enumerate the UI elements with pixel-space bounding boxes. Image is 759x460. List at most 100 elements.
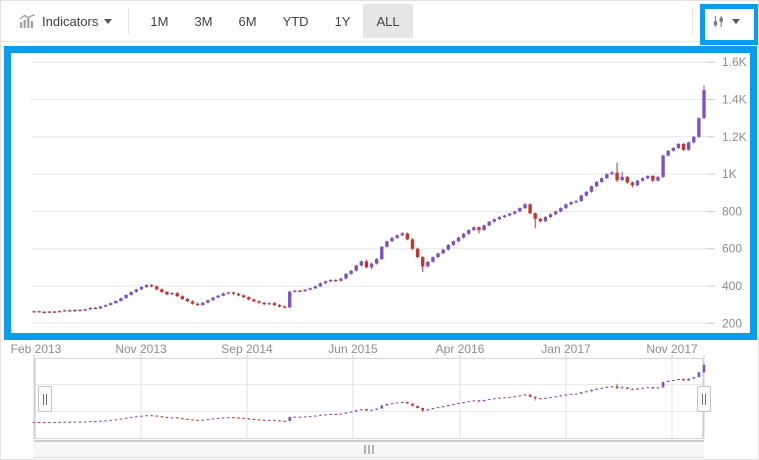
candle-body (395, 235, 398, 238)
candle-body (564, 204, 567, 208)
candle-body (513, 211, 516, 213)
nav-candle-body (672, 380, 675, 381)
x-axis-label: Apr 2016 (436, 342, 485, 356)
nav-candle-body (600, 388, 603, 389)
candle-body (242, 295, 245, 297)
nav-candle-body (334, 414, 337, 415)
nav-candle-body (273, 420, 276, 421)
nav-candle-body (559, 395, 562, 396)
candle-body (124, 295, 127, 298)
grip-lines-icon (364, 445, 366, 454)
nav-candle-body (386, 404, 389, 405)
navigator-scrollbar[interactable] (34, 440, 704, 458)
nav-candle-body (109, 420, 112, 421)
navigator-right-handle[interactable] (697, 386, 711, 412)
nav-candle-body (703, 365, 706, 372)
sliders-icon (711, 14, 726, 29)
nav-candle-body (641, 388, 644, 389)
nav-candle-body (575, 394, 578, 395)
navigator-left-handle[interactable] (38, 386, 52, 412)
candle-body (355, 265, 358, 270)
nav-candle-body (294, 417, 297, 418)
nav-candle-body (442, 406, 445, 407)
candle-body (211, 298, 214, 301)
candle-body (278, 305, 281, 306)
candle-body (303, 290, 306, 291)
candle-body (32, 311, 35, 312)
nav-candle-body (524, 394, 527, 395)
navigator-frame (34, 359, 704, 439)
candle-body (441, 250, 444, 254)
range-button-3m[interactable]: 3M (181, 4, 225, 38)
nav-candle-body (473, 400, 476, 401)
candle-body (145, 285, 148, 287)
nav-candle-body (534, 397, 537, 398)
nav-candle-body (411, 404, 414, 406)
range-button-6m[interactable]: 6M (226, 4, 270, 38)
nav-candle-body (217, 418, 220, 419)
x-axis-label: Jan 2017 (541, 342, 591, 356)
candle-body (436, 253, 439, 257)
candle-body (89, 308, 92, 309)
x-axis-label: Nov 2013 (115, 342, 167, 356)
nav-candle-body (452, 404, 455, 405)
candle-body (99, 307, 102, 309)
candle-body (411, 239, 414, 248)
nav-candle-body (258, 419, 261, 420)
range-buttons: 1M3M6MYTD1YALL (137, 4, 412, 38)
nav-candle-body (462, 402, 465, 403)
nav-candle-body (595, 389, 598, 390)
nav-candle-body (365, 409, 368, 411)
candle-body (360, 261, 363, 265)
nav-candle-body (375, 409, 378, 410)
nav-candle-body (554, 396, 557, 397)
candle-body (390, 238, 393, 241)
candle-body (528, 204, 531, 213)
candle-body (329, 280, 332, 281)
candle-body (140, 287, 143, 289)
candle-body (426, 262, 429, 267)
nav-candle-body (616, 386, 619, 388)
nav-candle-body (401, 402, 404, 403)
nav-candle-body (63, 422, 66, 423)
price-chart-svg[interactable]: 2004006008001K1.2K1.4K1.6KFeb 2013Nov 20… (1, 42, 759, 460)
candle-body (447, 245, 450, 250)
nav-candle-body (43, 422, 46, 423)
nav-candle-body (580, 392, 583, 393)
nav-candle-body (150, 415, 153, 416)
nav-candle-body (33, 422, 36, 423)
candle-body (216, 296, 219, 298)
x-axis-label: Jun 2015 (328, 342, 378, 356)
nav-candle-body (278, 420, 281, 421)
nav-candle-body (94, 421, 97, 422)
range-button-1y[interactable]: 1Y (322, 4, 364, 38)
nav-candle-body (457, 403, 460, 404)
nav-candle-body (636, 388, 639, 389)
nav-candle-body (652, 387, 655, 388)
nav-candle-body (120, 419, 123, 420)
candle-body (170, 293, 173, 294)
nav-candle-body (483, 400, 486, 401)
candle-body (83, 309, 86, 310)
nav-candle-body (692, 377, 695, 378)
candle-body (631, 182, 634, 185)
settings-button[interactable] (701, 4, 750, 38)
candle-body (626, 177, 629, 183)
range-button-all[interactable]: ALL (363, 4, 412, 38)
range-button-ytd[interactable]: YTD (270, 4, 322, 38)
nav-candle-body (360, 409, 363, 410)
candle-body (636, 181, 639, 186)
y-axis-label: 400 (722, 279, 742, 293)
nav-candle-body (682, 379, 685, 381)
nav-candle-body (237, 418, 240, 419)
candle-body (94, 308, 97, 309)
nav-candle-body (212, 418, 215, 419)
range-button-1m[interactable]: 1M (137, 4, 181, 38)
nav-candle-body (570, 394, 573, 395)
nav-candle-body (329, 414, 332, 415)
nav-candle-body (380, 405, 383, 408)
candle-body (462, 234, 465, 238)
candle-body (687, 142, 690, 149)
indicators-button[interactable]: Indicators (11, 4, 120, 38)
candle-body (416, 249, 419, 257)
